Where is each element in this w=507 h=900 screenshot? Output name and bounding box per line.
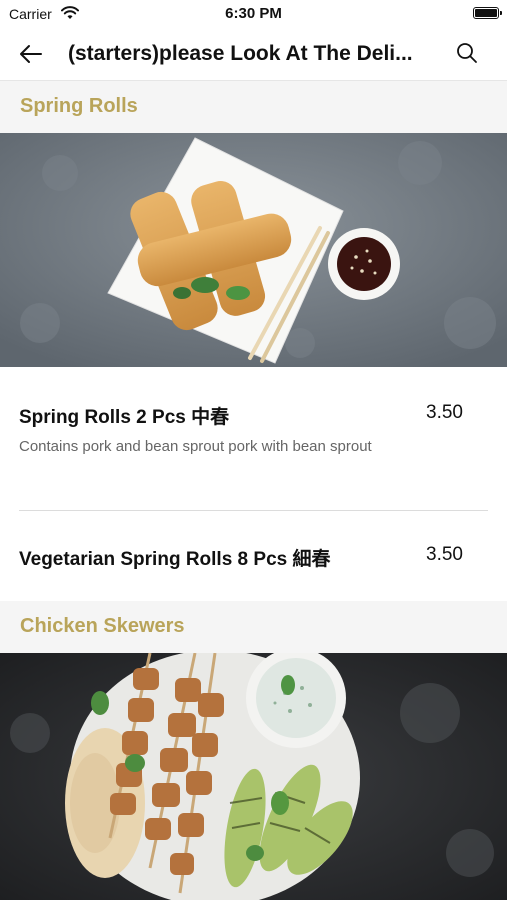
section-header-chicken-skewers: Chicken Skewers: [0, 601, 507, 653]
item-price: 3.50: [426, 402, 463, 423]
page-title: (starters)please Look At The Deli...: [68, 42, 413, 65]
menu-item-vegetarian-spring-rolls[interactable]: Vegetarian Spring Rolls 8 Pcs 細春 3.50: [0, 511, 507, 601]
item-name: Spring Rolls 2 Pcs 中春: [19, 407, 230, 428]
section-header-spring-rolls: Spring Rolls: [0, 81, 507, 133]
status-time: 6:30 PM: [225, 5, 282, 22]
search-icon[interactable]: [455, 41, 479, 65]
chicken-skewers-image: [0, 653, 507, 900]
item-price: 3.50: [426, 544, 463, 565]
status-bar: Carrier 6:30 PM: [0, 0, 507, 28]
item-name: Vegetarian Spring Rolls 8 Pcs 細春: [19, 549, 331, 570]
section-title: Chicken Skewers: [20, 615, 185, 637]
back-button[interactable]: [14, 40, 48, 68]
section-title: Spring Rolls: [20, 95, 138, 117]
item-description: Contains pork and bean sprout pork with …: [19, 438, 372, 455]
menu-item-spring-rolls-2pcs[interactable]: Spring Rolls 2 Pcs 中春 3.50 Contains pork…: [0, 367, 507, 510]
navigation-bar: (starters)please Look At The Deli...: [0, 28, 507, 81]
spring-rolls-image: [0, 133, 507, 367]
battery-icon: [473, 7, 502, 19]
back-arrow-icon: [20, 45, 42, 63]
